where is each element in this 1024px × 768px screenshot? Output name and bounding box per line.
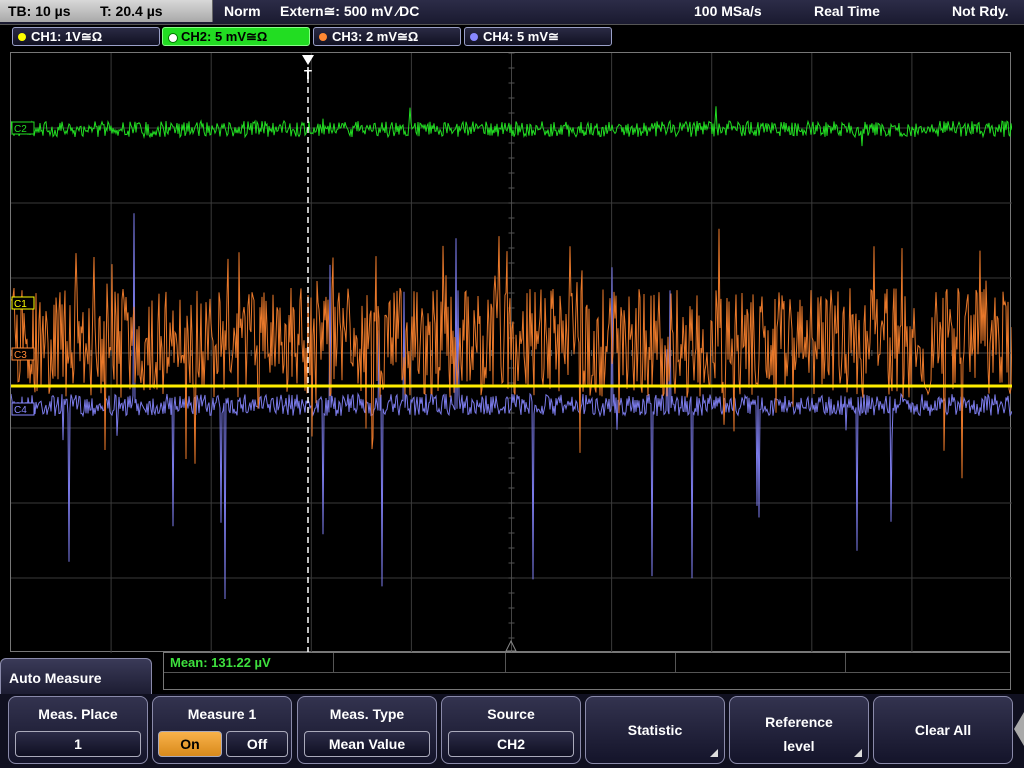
meas-type-title: Meas. Type [329, 706, 405, 722]
menu-title: Auto Measure [0, 658, 152, 696]
reference-label-line2: level [783, 738, 815, 754]
meas-place-value: 1 [74, 736, 82, 752]
channel-2-dot-icon [168, 33, 178, 43]
meas-place-value-box[interactable]: 1 [15, 731, 141, 757]
source-value-box[interactable]: CH2 [448, 731, 574, 757]
trigger-position-arrow-icon[interactable] [302, 55, 314, 65]
trigger-marker-label: T [304, 67, 312, 82]
acquisition-mode: Real Time [814, 3, 880, 19]
measure1-off-label: Off [246, 736, 268, 752]
channel-2-level-marker[interactable]: C2 [11, 121, 35, 135]
channel-4-tab[interactable]: CH4: 5 mV≅ [464, 27, 612, 46]
measure1-button[interactable]: Measure 1 On Off [152, 696, 292, 764]
mean-readout: Mean: 131.22 µV [170, 655, 271, 670]
trigger-mode[interactable]: Norm [224, 3, 261, 19]
c3-marker-label: C3 [14, 350, 27, 361]
meas-type-value-box[interactable]: Mean Value [304, 731, 430, 757]
trigger-source[interactable]: Extern≅: 500 mV ⁄DC [280, 3, 419, 20]
measure1-on-label: On [180, 736, 200, 752]
c4-marker-label: C4 [14, 405, 27, 416]
source-button[interactable]: Source CH2 [441, 696, 581, 764]
c1-marker-label: C1 [14, 299, 27, 310]
reference-label-line1: Reference [765, 714, 833, 730]
channel-3-dot-icon [319, 33, 327, 41]
waveform-display[interactable]: T C2 C1 C3 C4 [10, 52, 1012, 653]
measurement-strip: Mean: 131.22 µV [163, 652, 1011, 690]
statistic-button[interactable]: Statistic [585, 696, 725, 764]
channel-bar: CH1: 1V≅Ω CH2: 5 mV≅Ω CH3: 2 mV≅Ω CH4: 5… [0, 26, 1024, 48]
timebase-value: TB: 10 µs [8, 3, 71, 19]
trigger-time-value: T: 20.4 µs [100, 3, 163, 19]
channel-4-label: CH4: 5 mV≅ [483, 29, 559, 44]
meas-type-button[interactable]: Meas. Type Mean Value [297, 696, 437, 764]
c2-marker-label: C2 [14, 124, 27, 135]
source-value: CH2 [496, 736, 525, 752]
measurement-cell-3 [506, 653, 676, 672]
channel-4-level-marker[interactable]: C4 [11, 402, 35, 416]
channel-3-level-marker[interactable]: C3 [11, 347, 35, 361]
channel-1-label: CH1: 1V≅Ω [31, 29, 103, 44]
waveform-canvas: T C2 C1 C3 C4 [11, 53, 1012, 653]
channel-2-label: CH2: 5 mV≅Ω [181, 29, 268, 44]
submenu-corner-icon [710, 749, 718, 757]
acquisition-state: Not Rdy. [952, 3, 1009, 19]
timebase-box[interactable]: TB: 10 µs T: 20.4 µs [0, 0, 213, 22]
measurement-cell-2 [334, 653, 506, 672]
measurement-cell-4 [676, 653, 846, 672]
channel-1-dot-icon [18, 33, 26, 41]
channel-2-tab[interactable]: CH2: 5 mV≅Ω [162, 27, 310, 46]
measure1-off-option[interactable]: Off [226, 731, 288, 757]
measurement-cell-1[interactable]: Mean: 131.22 µV [164, 653, 334, 672]
submenu-corner-icon [854, 749, 862, 757]
meas-place-title: Meas. Place [38, 706, 118, 722]
status-bar: TB: 10 µs T: 20.4 µs Norm Extern≅: 500 m… [0, 0, 1024, 25]
channel-1-level-marker[interactable]: C1 [11, 296, 35, 310]
softkey-bar: Meas. Place 1 Measure 1 On Off Meas. Typ… [0, 694, 1024, 768]
clear-all-button[interactable]: Clear All [873, 696, 1013, 764]
menu-title-label: Auto Measure [9, 670, 102, 686]
meas-type-value: Mean Value [328, 736, 406, 752]
channel-4-dot-icon [470, 33, 478, 41]
clear-all-label: Clear All [914, 722, 972, 738]
sample-rate: 100 MSa/s [694, 3, 762, 19]
meas-place-button[interactable]: Meas. Place 1 [8, 696, 148, 764]
channel-3-tab[interactable]: CH3: 2 mV≅Ω [313, 27, 461, 46]
statistic-label: Statistic [627, 722, 683, 738]
measure1-on-option[interactable]: On [158, 731, 222, 757]
channel-1-tab[interactable]: CH1: 1V≅Ω [12, 27, 160, 46]
source-title: Source [487, 706, 535, 722]
measurement-divider [164, 672, 1010, 673]
reference-level-button[interactable]: Reference level [729, 696, 869, 764]
channel-3-label: CH3: 2 mV≅Ω [332, 29, 419, 44]
measure1-title: Measure 1 [187, 706, 257, 722]
